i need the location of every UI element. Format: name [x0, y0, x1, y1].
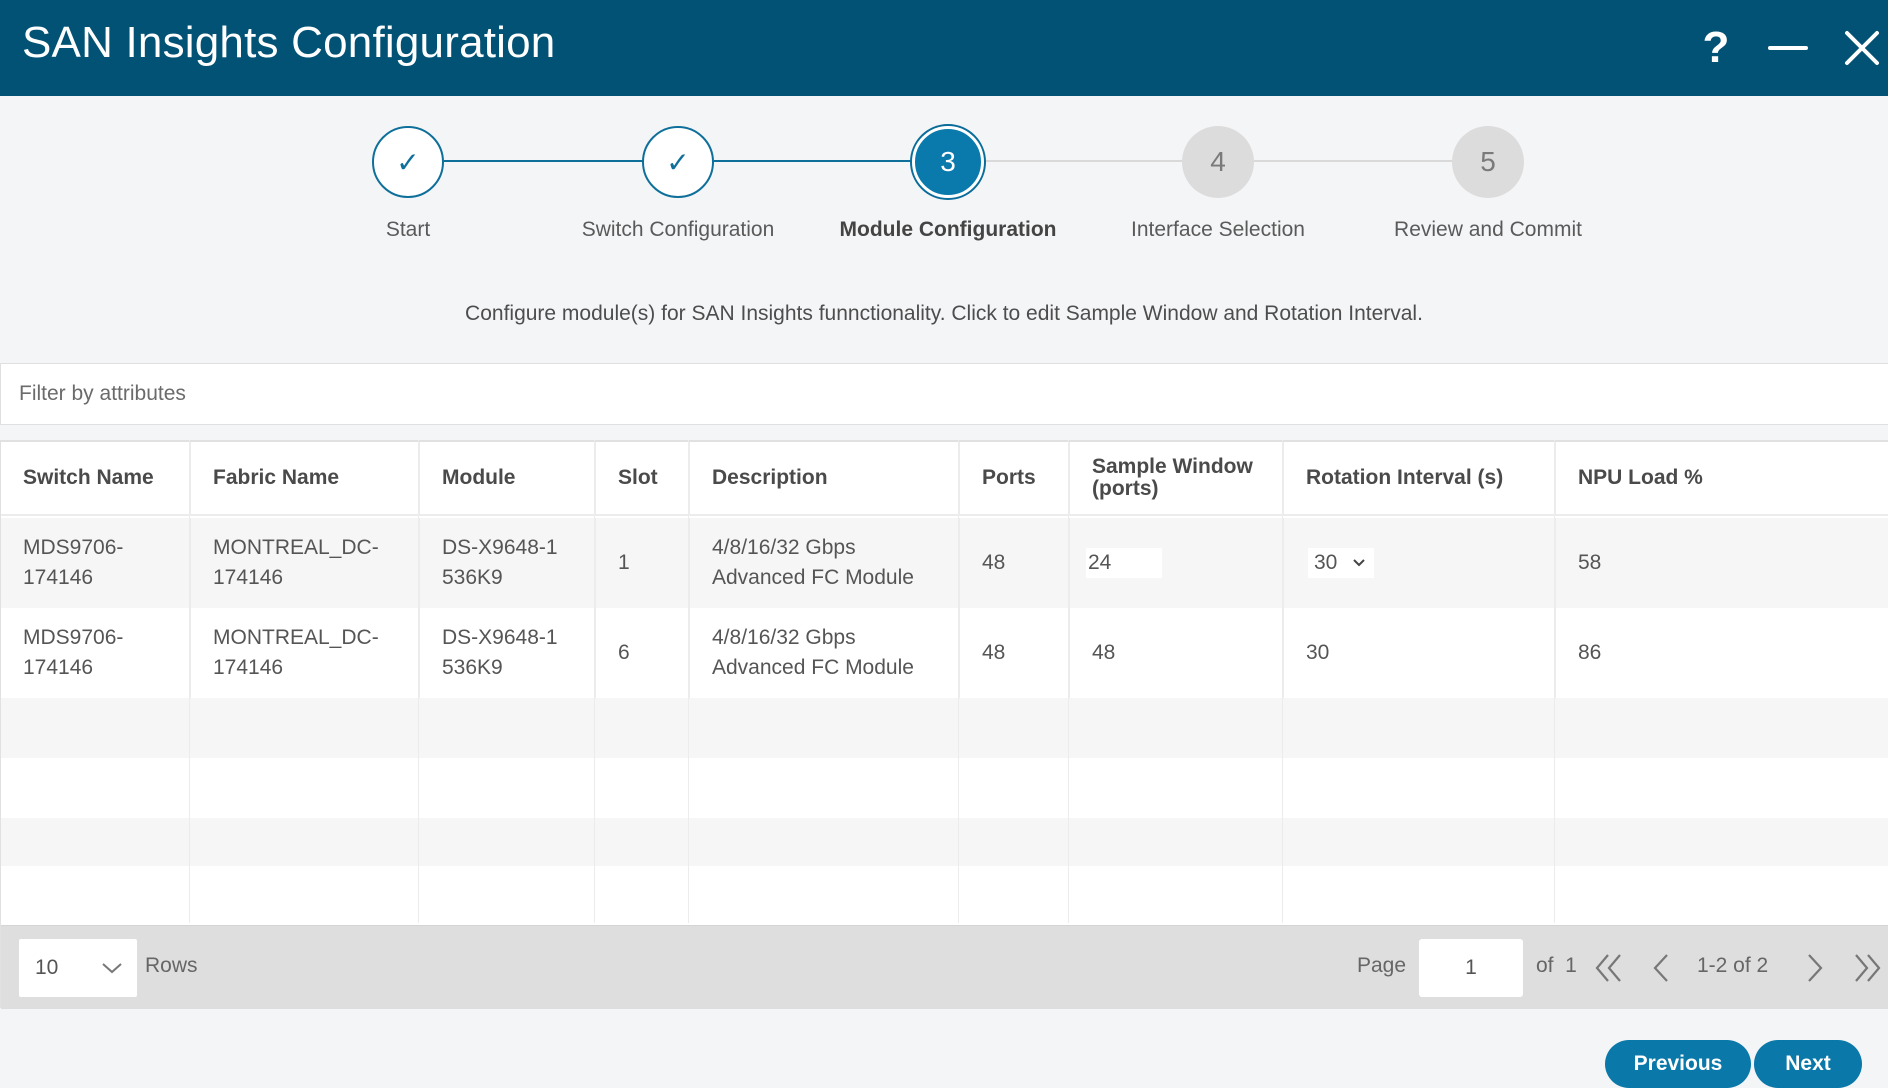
step-interface-selection[interactable]: 4 Interface Selection	[1088, 126, 1348, 242]
cell-sample-window[interactable]: 48	[1069, 608, 1283, 698]
column-header-fabric-name[interactable]: Fabric Name	[190, 442, 419, 514]
page-label: Page	[1357, 954, 1407, 977]
filter-input[interactable]	[1, 364, 1888, 424]
rotation-interval-value: 30	[1314, 551, 1338, 574]
cell-fabric-name: MONTREAL_DC-174146	[190, 518, 419, 608]
double-chevron-right-icon	[1855, 954, 1881, 982]
dialog-title: SAN Insights Configuration	[22, 18, 556, 67]
rotation-interval-select[interactable]: 30	[1308, 548, 1374, 578]
wizard-stepper: ✓ Start ✓ Switch Configuration 3 Module …	[0, 96, 1888, 276]
column-header-ports[interactable]: Ports	[959, 442, 1069, 514]
empty-row	[1, 866, 1888, 925]
rows-per-page-value: 10	[35, 956, 59, 979]
cell-module: DS-X9648-1536K9	[419, 518, 595, 608]
cell-ports: 48	[959, 518, 1069, 608]
next-button[interactable]: Next	[1754, 1040, 1862, 1088]
page-number-input[interactable]	[1419, 939, 1523, 997]
column-header-description[interactable]: Description	[689, 442, 959, 514]
cell-npu-load: 86	[1555, 608, 1888, 698]
step-label: Switch Configuration	[581, 218, 775, 241]
column-header-slot[interactable]: Slot	[595, 442, 689, 514]
cell-description: 4/8/16/32 Gbps Advanced FC Module	[689, 518, 959, 608]
step-label: Interface Selection	[1131, 218, 1305, 241]
checkmark-icon: ✓	[642, 126, 714, 198]
step-switch-configuration[interactable]: ✓ Switch Configuration	[548, 126, 808, 242]
rows-per-page-select[interactable]: 10	[19, 939, 137, 997]
help-icon[interactable]: ?	[1692, 23, 1740, 72]
step-start[interactable]: ✓ Start	[278, 126, 538, 242]
table-row[interactable]: MDS9706-174146 MONTREAL_DC-174146 DS-X96…	[1, 518, 1888, 608]
empty-row	[1, 818, 1888, 866]
cell-rotation-interval[interactable]: 30	[1283, 608, 1555, 698]
step-review-and-commit[interactable]: 5 Review and Commit	[1358, 126, 1618, 242]
column-header-module[interactable]: Module	[419, 442, 595, 514]
cell-ports: 48	[959, 608, 1069, 698]
column-header-rotation-interval[interactable]: Rotation Interval (s)	[1283, 442, 1555, 514]
step-label: Module Configuration	[839, 218, 1057, 241]
step-module-configuration[interactable]: 3 Module Configuration	[818, 126, 1078, 242]
cell-fabric-name: MONTREAL_DC-174146	[190, 608, 419, 698]
cell-description: 4/8/16/32 Gbps Advanced FC Module	[689, 608, 959, 698]
step-label: Start	[385, 218, 431, 241]
chevron-down-icon	[102, 963, 122, 974]
previous-page-button[interactable]	[1641, 944, 1681, 992]
cell-module: DS-X9648-1536K9	[419, 608, 595, 698]
last-page-button[interactable]	[1847, 944, 1887, 992]
next-page-button[interactable]	[1795, 944, 1835, 992]
first-page-button[interactable]	[1589, 944, 1629, 992]
modules-table: Switch Name Fabric Name Module Slot Desc…	[0, 440, 1888, 1009]
total-pages-label: of 1	[1536, 954, 1577, 977]
close-icon[interactable]	[1838, 24, 1886, 72]
empty-row	[1, 758, 1888, 818]
checkmark-icon: ✓	[372, 126, 444, 198]
cell-slot: 1	[595, 518, 689, 608]
double-chevron-left-icon	[1595, 954, 1621, 982]
step-number: 5	[1452, 126, 1524, 198]
cell-rotation-interval: 30	[1283, 518, 1555, 608]
filter-bar	[0, 363, 1888, 425]
chevron-left-icon	[1653, 954, 1668, 982]
chevron-down-icon	[1353, 559, 1365, 567]
cell-sample-window	[1069, 518, 1283, 608]
column-header-npu-load[interactable]: NPU Load %	[1555, 442, 1888, 514]
step-number: 4	[1182, 126, 1254, 198]
cell-switch-name: MDS9706-174146	[23, 536, 124, 589]
cell-switch-name: MDS9706-174146	[23, 626, 124, 679]
rows-label: Rows	[145, 954, 198, 977]
column-header-sample-window[interactable]: Sample Window (ports)	[1069, 442, 1283, 514]
table-pagination-bar: 10 Rows Page of 1 1-2 of 2	[1, 925, 1888, 1009]
column-header-switch-name[interactable]: Switch Name	[1, 442, 190, 514]
sample-window-input[interactable]	[1086, 548, 1162, 578]
cell-slot: 6	[595, 608, 689, 698]
previous-button[interactable]: Previous	[1605, 1040, 1751, 1088]
result-range-label: 1-2 of 2	[1697, 954, 1769, 977]
cell-npu-load: 58	[1555, 518, 1888, 608]
step-number: 3	[912, 126, 984, 198]
table-row[interactable]: MDS9706-174146 MONTREAL_DC-174146 DS-X96…	[1, 608, 1888, 698]
minimize-icon[interactable]	[1764, 24, 1812, 72]
chevron-right-icon	[1808, 954, 1823, 982]
step-description: Configure module(s) for SAN Insights fun…	[465, 302, 1423, 325]
table-header-row: Switch Name Fabric Name Module Slot Desc…	[1, 442, 1888, 516]
dialog-header: SAN Insights Configuration ?	[0, 0, 1888, 96]
empty-row	[1, 698, 1888, 758]
step-label: Review and Commit	[1394, 218, 1582, 241]
